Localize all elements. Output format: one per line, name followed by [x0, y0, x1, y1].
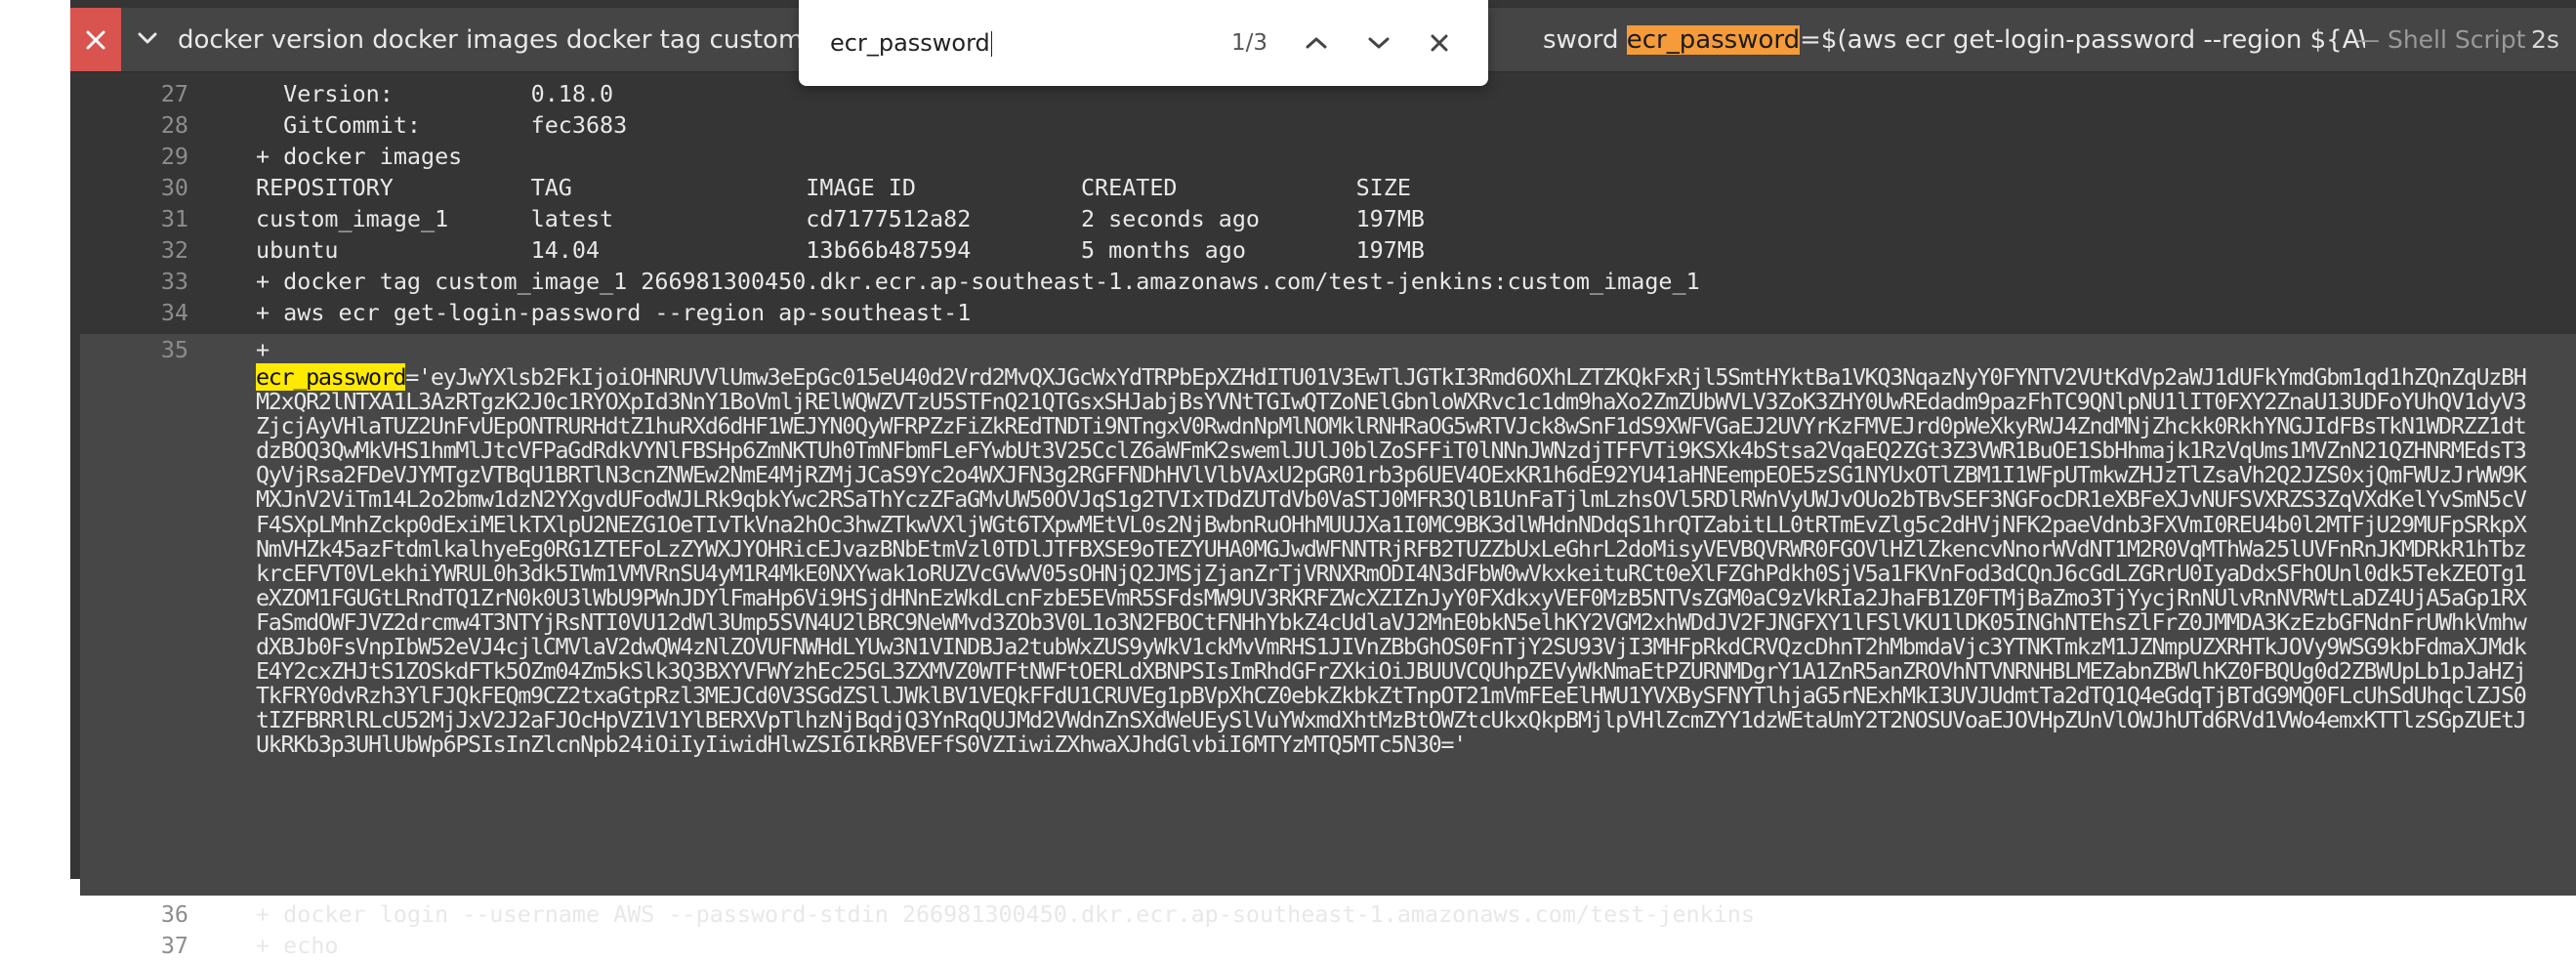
log-line: 34 + aws ecr get-login-password --region…: [70, 297, 2576, 328]
find-close-button[interactable]: [1418, 21, 1461, 64]
line-number[interactable]: 31: [70, 203, 188, 234]
line-text: + echo: [256, 932, 339, 959]
line-text: + docker tag custom_image_1 266981300450…: [256, 268, 1700, 295]
search-match-current: ecr_password: [1626, 25, 1801, 55]
line-number[interactable]: 34: [70, 297, 188, 328]
step-command-suffix: =$(aws ecr get-login-password --region $…: [1800, 25, 2365, 55]
line-number[interactable]: 28: [70, 109, 188, 141]
line-text: Version: 0.18.0: [256, 80, 614, 107]
search-match: ecr_password: [256, 363, 407, 391]
log-line: 28 GitCommit: fec3683: [70, 109, 2576, 141]
step-command-prefix: sword: [1543, 25, 1627, 55]
find-input[interactable]: ecr_password: [830, 23, 1123, 63]
line-text: ubuntu 14.04 13b66b487594 5 months ago 1…: [256, 236, 1425, 264]
line-text: + docker login --username AWS --password…: [256, 900, 1755, 928]
step-command-start: docker version docker images docker tag …: [178, 25, 848, 55]
line-number[interactable]: 27: [70, 78, 188, 109]
step-duration: 2s: [2531, 25, 2559, 54]
line-number[interactable]: 32: [70, 234, 188, 266]
chevron-down-icon[interactable]: [135, 23, 160, 53]
line-number[interactable]: 33: [70, 266, 188, 297]
line-text: + docker images: [256, 143, 463, 170]
line-text: +: [256, 336, 270, 363]
log-line: 32 ubuntu 14.04 13b66b487594 5 months ag…: [70, 234, 2576, 266]
line-text: + aws ecr get-login-password --region ap…: [256, 299, 972, 326]
log-line: 33 + docker tag custom_image_1 266981300…: [70, 266, 2576, 297]
line-continuation: ecr_password='eyJwYXlsb2FkIjoiOHNRUVVlUm…: [256, 363, 2531, 893]
step-status-failed: [70, 8, 121, 71]
log-line-highlighted: 35 + ecr_password='eyJwYXlsb2FkIjoiOHNRU…: [80, 334, 2576, 896]
log-line: 36 + docker login --username AWS --passw…: [70, 898, 2576, 930]
find-match-count: 1/3: [1230, 30, 1267, 56]
log-line: 30 REPOSITORY TAG IMAGE ID CREATED SIZE: [70, 172, 2576, 203]
console-log: 27 Version: 0.18.0 28 GitCommit: fec3683…: [70, 78, 2576, 959]
page-gutter: [0, 0, 70, 879]
log-line: 37 + echo: [70, 930, 2576, 961]
log-line: 31 custom_image_1 latest cd7177512a82 2 …: [70, 203, 2576, 234]
find-previous-button[interactable]: [1295, 21, 1338, 64]
close-icon: [86, 30, 105, 49]
line-number[interactable]: 36: [70, 898, 188, 930]
chevron-down-icon: [1368, 37, 1390, 49]
line-number[interactable]: 30: [70, 172, 188, 203]
line-number[interactable]: 37: [70, 930, 188, 961]
log-line: 29 + docker images: [70, 141, 2576, 172]
password-value: ='eyJwYXlsb2FkIjoiOHNRUVVlUmw3eEpGc015eU…: [256, 363, 2527, 759]
step-type-label: — Shell Script: [2355, 25, 2526, 54]
find-next-button[interactable]: [1357, 21, 1400, 64]
line-text: custom_image_1 latest cd7177512a82 2 sec…: [256, 205, 1425, 232]
chevron-up-icon: [1306, 37, 1327, 49]
step-command-end: sword ecr_password=$(aws ecr get-login-p…: [1543, 21, 2365, 60]
close-icon: [1431, 34, 1448, 52]
find-bar: ecr_password 1/3: [799, 0, 1488, 86]
line-text: GitCommit: fec3683: [256, 111, 628, 139]
line-text: REPOSITORY TAG IMAGE ID CREATED SIZE: [256, 174, 1411, 201]
line-number[interactable]: 29: [70, 141, 188, 172]
line-number[interactable]: 35: [70, 334, 188, 365]
